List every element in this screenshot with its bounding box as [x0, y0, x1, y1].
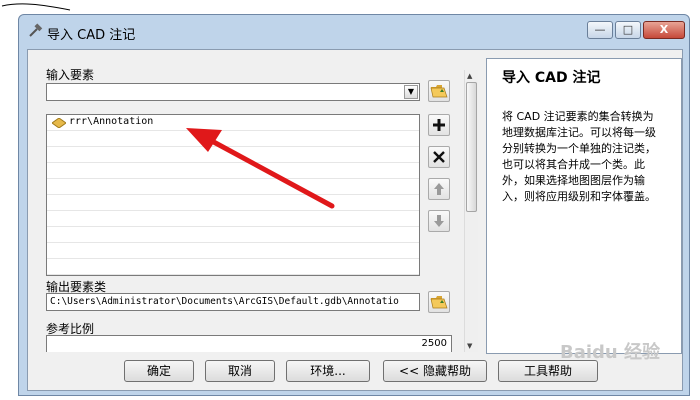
environments-button[interactable]: 环境... [286, 360, 370, 382]
parameters-panel: 输入要素 ▼ rrr\Annotation 输出要素类 C:\Users\Adm… [28, 50, 478, 352]
input-features-label: 输入要素 [46, 68, 95, 82]
hide-help-button[interactable]: << 隐藏帮助 [383, 360, 487, 382]
ok-button[interactable]: 确定 [124, 360, 194, 382]
list-item-label: rrr\Annotation [69, 116, 154, 127]
folder-open-icon [430, 85, 448, 98]
input-features-combobox[interactable]: ▼ [46, 83, 420, 101]
button-row: 确定 取消 环境... << 隐藏帮助 工具帮助 [28, 360, 684, 390]
cancel-button[interactable]: 取消 [205, 360, 275, 382]
plus-icon [433, 119, 445, 131]
folder-open-icon [430, 296, 448, 309]
x-icon [433, 151, 445, 163]
list-item[interactable] [47, 243, 419, 259]
arrow-down-icon [434, 215, 444, 227]
move-up-button[interactable] [428, 178, 450, 200]
window-title: 导入 CAD 注记 [47, 28, 136, 43]
output-feature-class-field[interactable]: C:\Users\Administrator\Documents\ArcGIS\… [46, 293, 420, 311]
remove-button[interactable] [428, 146, 450, 168]
list-item[interactable]: rrr\Annotation [47, 115, 419, 131]
scrollbar-thumb[interactable] [466, 82, 477, 212]
watermark-logo: Baidu 经验 [560, 342, 661, 363]
close-button[interactable]: X [643, 21, 685, 39]
chevron-down-icon[interactable]: ▼ [404, 85, 418, 99]
parameters-scrollbar[interactable]: ▲ ▼ [464, 70, 478, 352]
scroll-down-icon[interactable]: ▼ [467, 342, 472, 350]
annotation-layer-icon [52, 118, 66, 128]
list-item[interactable] [47, 163, 419, 179]
minimize-button[interactable]: — [587, 21, 613, 39]
reference-scale-field[interactable]: 2500 [46, 335, 452, 352]
browse-input-button[interactable] [428, 80, 450, 102]
list-item[interactable] [47, 147, 419, 163]
list-item[interactable] [47, 131, 419, 147]
scroll-up-icon[interactable]: ▲ [467, 72, 472, 80]
list-item[interactable] [47, 211, 419, 227]
input-features-list[interactable]: rrr\Annotation [46, 114, 420, 276]
hammer-icon [29, 23, 43, 37]
browse-output-button[interactable] [428, 291, 450, 313]
list-item[interactable] [47, 179, 419, 195]
title-bar[interactable]: 导入 CAD 注记 — □ X [19, 15, 689, 47]
add-button[interactable] [428, 114, 450, 136]
list-item[interactable] [47, 227, 419, 243]
help-panel: 导入 CAD 注记 将 CAD 注记要素的集合转换为地理数据库注记。可以将每一级… [486, 58, 682, 354]
help-text: 将 CAD 注记要素的集合转换为地理数据库注记。可以将每一级分别转换为一个单独的… [502, 110, 656, 203]
move-down-button[interactable] [428, 210, 450, 232]
help-title: 导入 CAD 注记 [502, 70, 601, 86]
list-item[interactable] [47, 259, 419, 275]
list-item[interactable] [47, 195, 419, 211]
maximize-button[interactable]: □ [615, 21, 641, 39]
arrow-up-icon [434, 183, 444, 195]
